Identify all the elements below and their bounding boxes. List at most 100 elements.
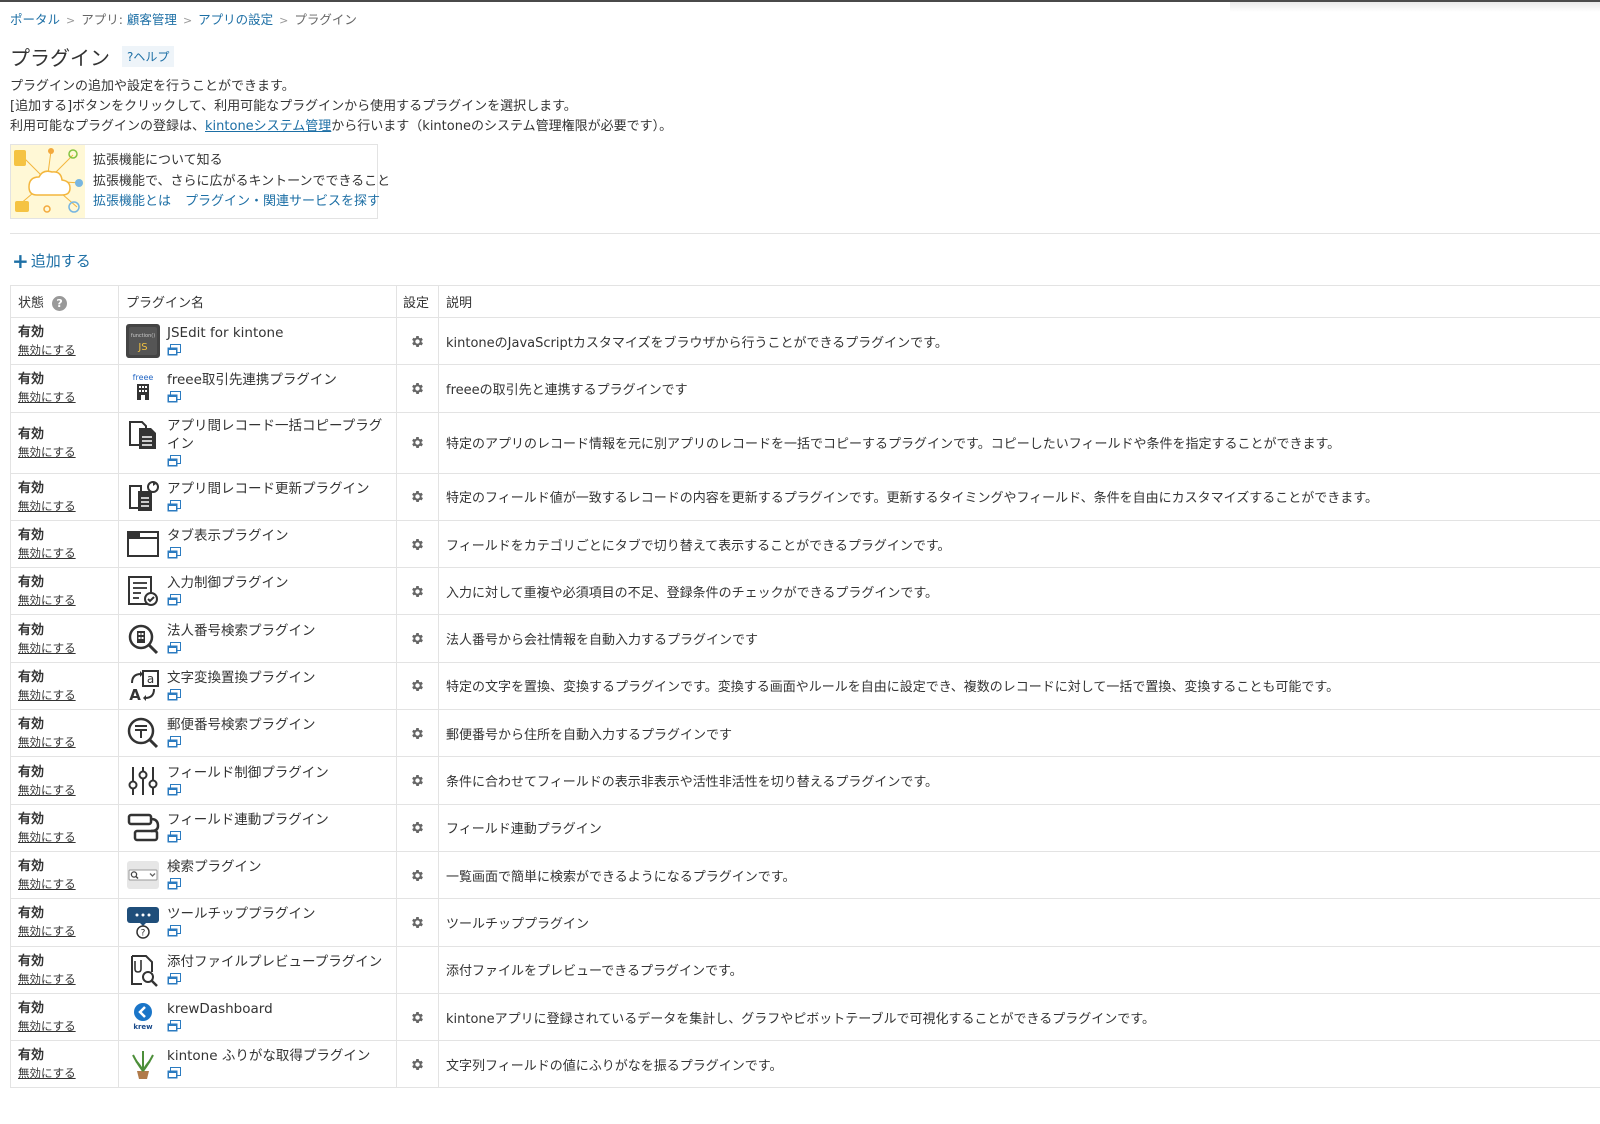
plugin-name: freee取引先連携プラグイン bbox=[167, 372, 337, 389]
gear-icon[interactable] bbox=[410, 820, 425, 835]
plugin-name: フィールド連動プラグイン bbox=[167, 811, 329, 828]
open-window-icon[interactable] bbox=[167, 344, 181, 356]
open-window-icon[interactable] bbox=[167, 783, 181, 796]
plugin-description: ツールチッププラグイン bbox=[438, 898, 1600, 947]
open-window-icon[interactable] bbox=[167, 688, 181, 701]
disable-link[interactable]: 無効にする bbox=[18, 876, 111, 892]
status-cell: 有効 無効にする bbox=[10, 661, 119, 711]
plugin-description: kintoneアプリに登録されているデータを集計し、グラフやピボットテーブルで可… bbox=[438, 992, 1600, 1042]
plugin-description: 特定の文字を置換、変換するプラグインです。変換する画面やルールを自由に設定でき、… bbox=[438, 661, 1600, 711]
open-window-icon[interactable] bbox=[167, 736, 181, 748]
disable-link[interactable]: 無効にする bbox=[18, 1018, 111, 1034]
add-plugin-label: 追加する bbox=[30, 252, 91, 270]
breadcrumb-portal[interactable]: ポータル bbox=[10, 12, 60, 27]
disable-link[interactable]: 無効にする bbox=[18, 389, 111, 405]
add-plugin-button[interactable]: + 追加する bbox=[12, 250, 91, 271]
open-window-icon[interactable] bbox=[167, 1020, 181, 1032]
gear-icon[interactable] bbox=[410, 435, 425, 450]
plugin-description: 入力に対して重複や必須項目の不足、登録条件のチェックができるプラグインです。 bbox=[438, 567, 1600, 616]
gear-icon[interactable] bbox=[410, 537, 425, 552]
plugin-name-cell: アプリ間レコード更新プラグイン bbox=[118, 472, 397, 521]
table-row: 有効 無効にする 郵便番号検索プラグイン 郵便番号から住所を自動入力するプラグイ… bbox=[10, 709, 1600, 758]
field-link-icon bbox=[126, 811, 160, 845]
breadcrumb-app-settings[interactable]: アプリの設定 bbox=[198, 12, 273, 27]
cloud-network-icon bbox=[11, 145, 85, 218]
plugin-name-cell: 入力制御プラグイン bbox=[118, 567, 397, 616]
gear-icon[interactable] bbox=[410, 773, 425, 788]
status-enabled: 有効 bbox=[18, 811, 45, 827]
plugin-name-cell: タブ表示プラグイン bbox=[118, 519, 397, 569]
status-enabled: 有効 bbox=[18, 528, 45, 544]
system-admin-link[interactable]: kintoneシステム管理 bbox=[205, 119, 331, 134]
extension-info-box: 拡張機能について知る 拡張機能で、さらに広がるキントーンでできること 拡張機能と… bbox=[10, 144, 390, 219]
open-window-icon[interactable] bbox=[167, 391, 181, 403]
gear-icon[interactable] bbox=[410, 726, 425, 741]
plugin-description: 条件に合わせてフィールドの表示非表示や活性非活性を切り替えるプラグインです。 bbox=[438, 756, 1600, 805]
status-cell: 有効 無効にする bbox=[10, 1040, 119, 1089]
open-window-icon[interactable] bbox=[167, 925, 181, 937]
disable-link[interactable]: 無効にする bbox=[18, 782, 111, 798]
disable-link[interactable]: 無効にする bbox=[18, 342, 111, 358]
settings-cell bbox=[396, 945, 439, 994]
open-window-icon[interactable] bbox=[167, 594, 181, 606]
open-window-icon[interactable] bbox=[167, 830, 181, 843]
disable-link[interactable]: 無効にする bbox=[18, 592, 111, 608]
disable-link[interactable]: 無効にする bbox=[18, 734, 111, 750]
gear-icon[interactable] bbox=[410, 584, 425, 599]
extension-text: 拡張機能について知る 拡張機能で、さらに広がるキントーンでできること 拡張機能と… bbox=[85, 145, 394, 218]
table-row: 有効 無効にする freee freee取引先連携プラグイン freeeの取引先… bbox=[10, 364, 1600, 413]
page-title: プラグイン bbox=[10, 46, 110, 70]
status-enabled: 有効 bbox=[18, 426, 45, 442]
find-plugins-link[interactable]: プラグイン・関連サービスを探す bbox=[185, 194, 380, 209]
what-is-extension-link[interactable]: 拡張機能とは bbox=[93, 194, 171, 209]
gear-icon[interactable] bbox=[410, 678, 425, 693]
disable-link[interactable]: 無効にする bbox=[18, 1065, 111, 1081]
open-window-icon[interactable] bbox=[167, 547, 181, 559]
breadcrumb-separator: > bbox=[66, 14, 76, 27]
plugin-name-cell: アプリ間レコード一括コピープラグイン bbox=[118, 411, 397, 474]
svg-text:JS: JS bbox=[137, 342, 147, 353]
help-link[interactable]: ?ヘルプ bbox=[122, 46, 175, 67]
open-window-icon[interactable] bbox=[167, 454, 181, 467]
status-cell: 有効 無効にする bbox=[10, 614, 119, 663]
plugin-name: krewDashboard bbox=[167, 1001, 273, 1017]
status-cell: 有効 無効にする bbox=[10, 756, 119, 805]
disable-link[interactable]: 無効にする bbox=[18, 444, 111, 460]
open-window-icon[interactable] bbox=[167, 878, 181, 890]
svg-text:?: ? bbox=[141, 929, 146, 939]
disable-link[interactable]: 無効にする bbox=[18, 923, 111, 939]
open-window-icon[interactable] bbox=[167, 972, 181, 985]
gear-icon[interactable] bbox=[410, 381, 425, 396]
extension-links: 拡張機能とは プラグイン・関連サービスを探す bbox=[93, 192, 394, 213]
gear-icon[interactable] bbox=[410, 631, 425, 646]
gear-icon[interactable] bbox=[410, 334, 425, 349]
gear-icon[interactable] bbox=[410, 915, 425, 930]
open-window-icon[interactable] bbox=[167, 641, 181, 654]
disable-link[interactable]: 無効にする bbox=[18, 498, 111, 514]
gear-icon[interactable] bbox=[410, 1010, 425, 1025]
settings-cell bbox=[396, 803, 439, 852]
disable-link[interactable]: 無効にする bbox=[18, 829, 111, 845]
settings-cell bbox=[396, 364, 439, 413]
settings-cell bbox=[396, 519, 439, 569]
disable-link[interactable]: 無効にする bbox=[18, 640, 111, 656]
breadcrumb-app-name[interactable]: 顧客管理 bbox=[127, 12, 177, 27]
gear-icon[interactable] bbox=[410, 1057, 425, 1072]
header-description: 説明 bbox=[438, 285, 1600, 318]
open-window-icon[interactable] bbox=[167, 499, 181, 512]
disable-link[interactable]: 無効にする bbox=[18, 687, 111, 703]
disable-link[interactable]: 無効にする bbox=[18, 545, 111, 561]
status-enabled: 有効 bbox=[18, 669, 45, 685]
status-help-icon[interactable]: ? bbox=[52, 296, 68, 311]
update-records-icon bbox=[126, 480, 160, 514]
krew-icon: krew bbox=[126, 1000, 160, 1034]
gear-icon[interactable] bbox=[410, 489, 425, 504]
table-row: 有効 無効にする フィールド連動プラグイン フィールド連動プラグイン bbox=[10, 803, 1600, 852]
plugin-name: フィールド制御プラグイン bbox=[167, 764, 329, 781]
gear-icon[interactable] bbox=[410, 868, 425, 883]
open-window-icon[interactable] bbox=[167, 1067, 181, 1079]
plugin-name: アプリ間レコード一括コピープラグイン bbox=[167, 417, 383, 452]
status-cell: 有効 無効にする bbox=[10, 472, 119, 521]
plugin-name-cell: ? ツールチッププラグイン bbox=[118, 898, 397, 947]
disable-link[interactable]: 無効にする bbox=[18, 971, 111, 987]
